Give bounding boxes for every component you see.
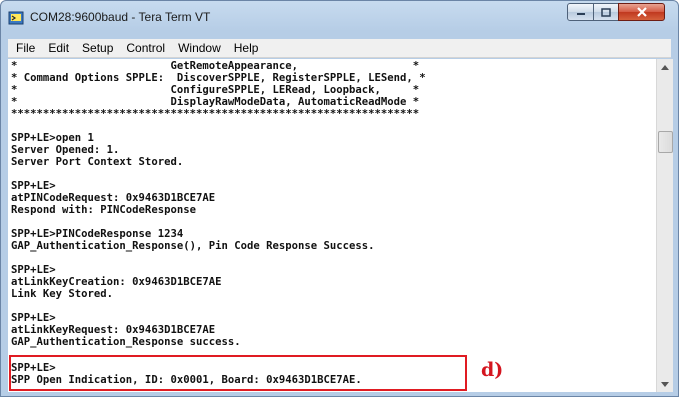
minimize-button[interactable] [567,3,594,21]
maximize-icon [601,7,611,17]
terminal-line: SPP+LE>open 1 [11,132,94,144]
tera-term-window: COM28:9600baud - Tera Term VT File Edit … [0,0,679,397]
terminal-line: SPP+LE> [11,312,56,324]
terminal-line: GAP_Authentication_Response success. [11,336,241,348]
menu-setup[interactable]: Setup [77,41,118,55]
terminal-line: * GetRemoteAppearance, * [11,60,420,72]
menu-bar: File Edit Setup Control Window Help [8,39,671,58]
terminal-line: SPP+LE> [11,264,56,276]
window-title: COM28:9600baud - Tera Term VT [30,10,211,24]
terminal-line: GAP_Authentication_Response(), Pin Code … [11,240,375,252]
scroll-down-button[interactable] [657,376,673,392]
minimize-icon [576,13,585,15]
terminal-line: atLinkKeyRequest: 0x9463D1BCE7AE [11,324,216,336]
annotation-highlight-box [9,355,467,391]
scroll-thumb[interactable] [658,131,673,153]
tera-term-app-icon[interactable] [8,10,24,26]
terminal-line: SPP+LE> [11,180,56,192]
maximize-button[interactable] [593,3,619,21]
terminal-line: * DisplayRawModeData, AutomaticReadMode … [11,96,420,108]
terminal-line: Server Port Context Stored. [11,156,184,168]
vertical-scrollbar[interactable] [656,59,673,392]
terminal-line: Link Key Stored. [11,288,114,300]
menu-help[interactable]: Help [229,41,264,55]
terminal-line: * Command Options SPPLE: DiscoverSPPLE, … [11,72,426,84]
chevron-up-icon [661,64,669,70]
close-button[interactable] [618,3,665,21]
terminal-line: SPP+LE>PINCodeResponse 1234 [11,228,184,240]
terminal-line: ****************************************… [11,108,420,120]
terminal-output[interactable]: * GetRemoteAppearance, * * Command Optio… [8,59,656,392]
terminal-line: atLinkKeyCreation: 0x9463D1BCE7AE [11,276,222,288]
close-icon [636,7,647,17]
terminal-line: * ConfigureSPPLE, LERead, Loopback, * [11,84,420,96]
scroll-up-button[interactable] [657,59,673,75]
menu-edit[interactable]: Edit [43,41,74,55]
menu-window[interactable]: Window [173,41,226,55]
terminal-line: Server Opened: 1. [11,144,120,156]
menu-file[interactable]: File [11,41,40,55]
terminal-line: Respond with: PINCodeResponse [11,204,196,216]
title-bar[interactable]: COM28:9600baud - Tera Term VT [1,1,678,35]
menu-control[interactable]: Control [121,41,170,55]
terminal-line: atPINCodeRequest: 0x9463D1BCE7AE [11,192,216,204]
chevron-down-icon [661,381,669,387]
annotation-label: d) [481,359,504,381]
